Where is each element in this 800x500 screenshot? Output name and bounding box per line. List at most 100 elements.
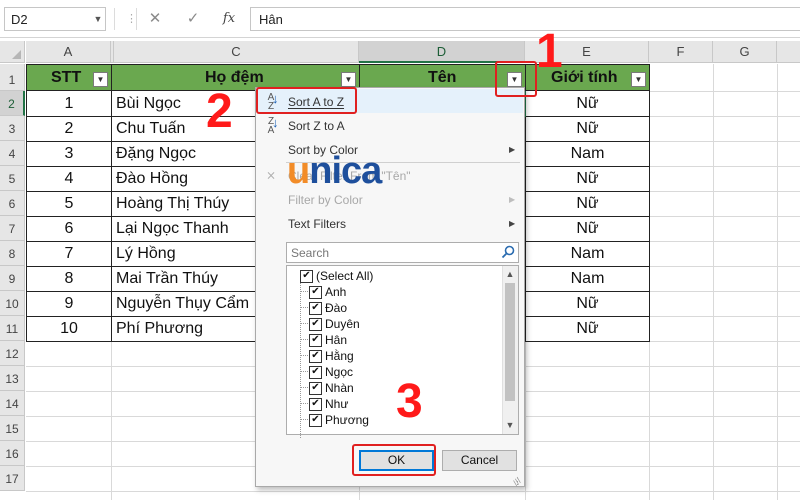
cell-gioi-tinh[interactable]: Nữ <box>526 166 649 191</box>
row-header-13[interactable]: 13 <box>0 366 25 391</box>
column-header-d[interactable]: D <box>359 41 525 63</box>
filter-value-label: Hằng <box>325 349 354 363</box>
row-header-12[interactable]: 12 <box>0 341 25 366</box>
row-header-16[interactable]: 16 <box>0 441 25 466</box>
submenu-arrow-icon: ▶ <box>509 195 516 204</box>
column-header-next[interactable] <box>777 41 800 63</box>
row-header-3[interactable]: 3 <box>0 116 25 141</box>
checkbox-checked-icon[interactable]: ✔ <box>309 302 322 315</box>
gridline <box>649 341 650 500</box>
cell-ho-dem[interactable]: Đào Hồng <box>112 166 255 191</box>
row-header-7[interactable]: 7 <box>0 216 25 241</box>
step2-number: 2 <box>206 85 233 138</box>
cell-ho-dem[interactable]: Lại Ngọc Thanh <box>112 216 255 241</box>
row-header-8[interactable]: 8 <box>0 241 25 266</box>
cell-ho-dem[interactable]: Chu Tuấn <box>112 116 255 141</box>
column-header-c[interactable]: C <box>114 41 359 63</box>
search-icon <box>501 245 515 259</box>
cell-stt[interactable]: 7 <box>27 241 111 266</box>
cell-stt[interactable]: 4 <box>27 166 111 191</box>
cell-stt[interactable]: 2 <box>27 116 111 141</box>
scroll-down-icon[interactable]: ▼ <box>502 418 518 432</box>
cell-gioi-tinh[interactable]: Nữ <box>526 216 649 241</box>
column-header-g[interactable]: G <box>713 41 777 63</box>
cell-gioi-tinh[interactable]: Nam <box>526 141 649 166</box>
cell-stt[interactable]: 10 <box>27 316 111 341</box>
filter-dropdown-stt[interactable]: ▼ <box>93 72 108 87</box>
checkbox-checked-icon[interactable]: ✔ <box>309 350 322 363</box>
cell-ho-dem[interactable]: Phí Phương <box>112 316 255 341</box>
checkbox-checked-icon[interactable]: ✔ <box>309 334 322 347</box>
formula-input[interactable]: Hân <box>250 7 800 31</box>
filter-dropdown-ho-dem[interactable]: ▼ <box>341 72 356 87</box>
cell-ho-dem[interactable]: Hoàng Thị Thúy <box>112 191 255 216</box>
cell-ho-dem[interactable]: Lý Hồng <box>112 241 255 266</box>
select-all-triangle-icon <box>12 50 21 59</box>
row-header-6[interactable]: 6 <box>0 191 25 216</box>
filter-value-label: Duyên <box>325 317 360 331</box>
logo-letter: a <box>361 150 382 192</box>
logo-letter: i <box>331 150 342 192</box>
checkbox-checked-icon[interactable]: ✔ <box>300 270 313 283</box>
cell-gioi-tinh[interactable]: Nữ <box>526 191 649 216</box>
filter-dropdown-gioi-tinh[interactable]: ▼ <box>631 72 646 87</box>
filter-value-label: Ngọc <box>325 365 354 379</box>
enter-entry-icon[interactable]: ✓ <box>181 8 205 30</box>
scroll-up-icon[interactable]: ▲ <box>502 267 518 281</box>
row-header-9[interactable]: 9 <box>0 266 25 291</box>
cell-ho-dem[interactable]: Mai Trần Thúy <box>112 266 255 291</box>
row-header-11[interactable]: 11 <box>0 316 25 341</box>
cell-ho-dem[interactable]: Bùi Ngọc <box>112 91 255 116</box>
row-header-10[interactable]: 10 <box>0 291 25 316</box>
scrollbar-thumb[interactable] <box>505 283 515 401</box>
cell-ho-dem[interactable]: Nguyễn Thụy Cẩm <box>112 291 255 316</box>
step3-number: 3 <box>396 375 423 428</box>
row-header-5[interactable]: 5 <box>0 166 25 191</box>
checkbox-checked-icon[interactable]: ✔ <box>309 286 322 299</box>
cell-stt[interactable]: 6 <box>27 216 111 241</box>
cell-gioi-tinh[interactable]: Nữ <box>526 116 649 141</box>
filter-menu: A Z ↓ Sort A to Z Z A ↓ Sort Z to A Sort by … <box>255 87 525 488</box>
row-header-2[interactable]: 2 <box>0 91 25 116</box>
tree-connector <box>300 307 308 308</box>
tree-connector <box>300 339 308 340</box>
gridline <box>777 64 778 500</box>
name-box-dropdown-icon[interactable]: ▼ <box>90 7 106 31</box>
filter-value-label: Như <box>325 397 349 411</box>
step2-highlight-box <box>256 87 357 114</box>
header-label: Họ đệm <box>205 69 264 86</box>
cancel-entry-icon[interactable]: ✕ <box>143 8 167 30</box>
column-header-f[interactable]: F <box>649 41 713 63</box>
cell-gioi-tinh[interactable]: Nữ <box>526 91 649 116</box>
cell-gioi-tinh[interactable]: Nam <box>526 266 649 291</box>
row-header-1[interactable]: 1 <box>0 64 25 91</box>
cell-gioi-tinh[interactable]: Nam <box>526 241 649 266</box>
cell-stt[interactable]: 8 <box>27 266 111 291</box>
checkbox-checked-icon[interactable]: ✔ <box>309 398 322 411</box>
cell-ho-dem[interactable]: Đặng Ngọc <box>112 141 255 166</box>
checkbox-checked-icon[interactable]: ✔ <box>309 318 322 331</box>
cell-stt[interactable]: 1 <box>27 91 111 116</box>
cell-gioi-tinh[interactable]: Nữ <box>526 316 649 341</box>
column-header-a[interactable]: A <box>26 41 111 63</box>
step1-highlight-box <box>495 61 537 97</box>
filter-value-label: Phương <box>325 413 369 427</box>
row-header-4[interactable]: 4 <box>0 141 25 166</box>
cell-stt[interactable]: 5 <box>27 191 111 216</box>
insert-function-icon[interactable]: fx <box>217 8 241 30</box>
checkbox-checked-icon[interactable]: ✔ <box>309 414 322 427</box>
row-header-14[interactable]: 14 <box>0 391 25 416</box>
cancel-button[interactable]: Cancel <box>442 450 517 471</box>
menu-item-sort-z-a[interactable]: Z A ↓ Sort Z to A <box>256 114 524 138</box>
menu-item-text-filters[interactable]: Text Filters ▶ <box>256 212 524 236</box>
cell-stt[interactable]: 9 <box>27 291 111 316</box>
cell-stt[interactable]: 3 <box>27 141 111 166</box>
row-header-17[interactable]: 17 <box>0 466 25 491</box>
filter-value-label: Nhàn <box>325 381 354 395</box>
checkbox-checked-icon[interactable]: ✔ <box>309 366 322 379</box>
cell-gioi-tinh[interactable]: Nữ <box>526 291 649 316</box>
filter-value-label: Hân <box>325 333 348 347</box>
checkbox-checked-icon[interactable]: ✔ <box>309 382 322 395</box>
row-header-15[interactable]: 15 <box>0 416 25 441</box>
filter-search-input[interactable]: Search <box>286 242 519 263</box>
